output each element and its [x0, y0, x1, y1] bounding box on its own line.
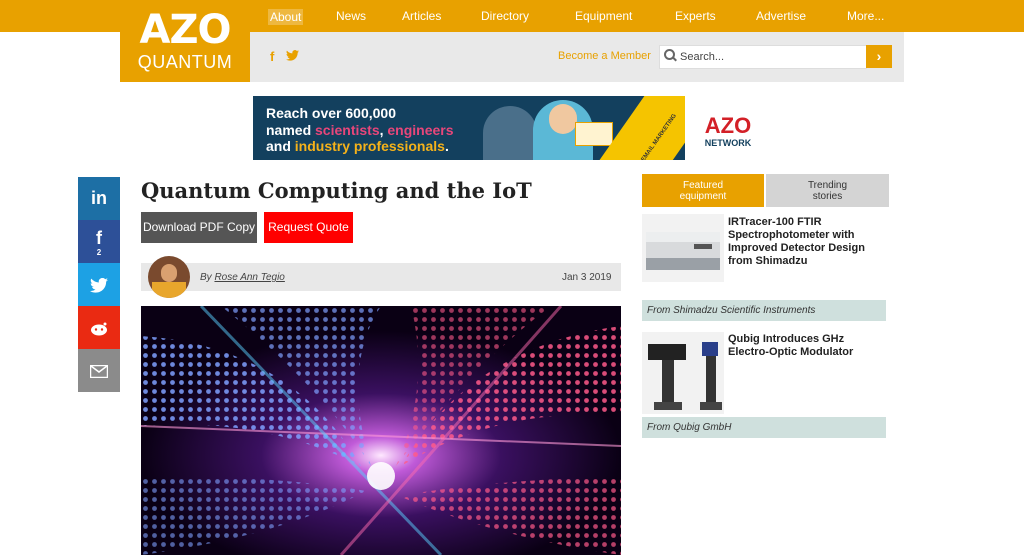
- reddit-icon: [89, 317, 109, 337]
- nav-about[interactable]: About: [268, 9, 304, 25]
- linkedin-share-button[interactable]: in: [78, 177, 120, 220]
- header-social-links: f: [270, 49, 307, 64]
- search-box[interactable]: [659, 45, 867, 69]
- logo-text-quantum: QUANTUM: [137, 52, 233, 72]
- equipment-source-2: From Qubig GmbH: [642, 417, 886, 438]
- banner-person-illustration: [483, 106, 537, 160]
- twitter-icon[interactable]: [285, 49, 299, 64]
- author-avatar[interactable]: [148, 256, 190, 298]
- equipment-image-modulator[interactable]: [642, 332, 724, 414]
- source-link[interactable]: Qubig GmbH: [673, 422, 731, 433]
- tab-trending-stories[interactable]: Trending stories: [766, 174, 889, 207]
- share-sidebar: in f2: [78, 177, 120, 392]
- byline: By Rose Ann Tegio: [200, 272, 285, 283]
- nav-experts[interactable]: Experts: [675, 9, 716, 23]
- facebook-share-button[interactable]: f2: [78, 220, 120, 263]
- azo-network-logo: AZO NETWORK: [685, 96, 771, 160]
- download-pdf-button[interactable]: Download PDF Copy: [141, 212, 257, 243]
- article-title: Quantum Computing and the IoT: [141, 178, 532, 203]
- main-nav: About News Articles Directory Equipment …: [250, 0, 904, 32]
- nav-articles[interactable]: Articles: [402, 9, 441, 23]
- logo-text-azo: AZO: [139, 7, 232, 53]
- facebook-icon[interactable]: f: [270, 49, 274, 64]
- azo-quantum-logo[interactable]: AZO QUANTUM: [120, 0, 250, 82]
- search-icon-handle: [672, 56, 677, 62]
- linkedin-icon: in: [91, 188, 107, 208]
- nav-equipment[interactable]: Equipment: [575, 9, 632, 23]
- twitter-icon: [90, 274, 108, 294]
- email-icon: [89, 360, 109, 380]
- tab-featured-equipment[interactable]: Featured equipment: [642, 174, 764, 207]
- facebook-icon: f: [96, 228, 102, 248]
- nav-advertise[interactable]: Advertise: [756, 9, 806, 23]
- publish-date: Jan 3 2019: [562, 272, 612, 283]
- source-link[interactable]: Shimadzu Scientific Instruments: [673, 305, 815, 316]
- facebook-share-count: 2: [96, 248, 102, 257]
- banner-face: [549, 104, 577, 134]
- equipment-source-1: From Shimadzu Scientific Instruments: [642, 300, 886, 321]
- article-hero-image: [141, 306, 621, 555]
- search-submit-button[interactable]: ›: [866, 45, 892, 68]
- equipment-title-1[interactable]: IRTracer-100 FTIR Spectrophotometer with I…: [728, 216, 865, 268]
- twitter-share-button[interactable]: [78, 263, 120, 306]
- envelope-icon: [575, 122, 613, 146]
- request-quote-button[interactable]: Request Quote: [264, 212, 353, 243]
- reddit-share-button[interactable]: [78, 306, 120, 349]
- email-share-button[interactable]: [78, 349, 120, 392]
- become-member-link[interactable]: Become a Member: [558, 50, 651, 62]
- equipment-title-2[interactable]: Qubig Introduces GHz Electro-Optic Modula…: [728, 333, 853, 359]
- ad-banner[interactable]: Reach over 600,000 named scientists, eng…: [253, 96, 771, 160]
- nav-directory[interactable]: Directory: [481, 9, 529, 23]
- nav-news[interactable]: News: [336, 9, 366, 23]
- equipment-image-spectrophotometer[interactable]: [642, 214, 724, 282]
- banner-text: Reach over 600,000 named scientists, eng…: [266, 105, 454, 154]
- author-link[interactable]: Rose Ann Tegio: [214, 272, 284, 283]
- nav-more[interactable]: More...: [847, 9, 884, 23]
- search-input[interactable]: [678, 48, 862, 66]
